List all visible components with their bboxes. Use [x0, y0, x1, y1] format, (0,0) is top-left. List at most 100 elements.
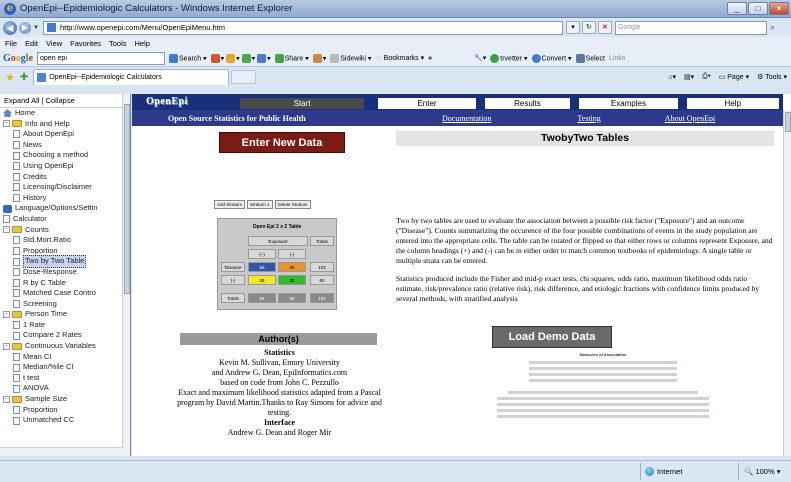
minimize-button[interactable]: _: [727, 2, 747, 15]
tree-item[interactable]: Std.Mort.Ratio: [3, 235, 130, 246]
page-menu[interactable]: ▭ Page ▾: [719, 73, 749, 81]
tree-item[interactable]: News: [3, 140, 130, 151]
tree-item[interactable]: - Info and Help: [3, 119, 130, 130]
menu-help[interactable]: Help: [135, 39, 150, 48]
tree-item[interactable]: - Sample Size: [3, 394, 130, 405]
collapse-link[interactable]: Collapse: [46, 96, 75, 105]
toolbar-icons[interactable]: ▾ ▾ ▾ ▾: [210, 53, 271, 63]
tree-item[interactable]: Two by Two Table: [3, 255, 130, 268]
google-search-input[interactable]: open epi: [37, 51, 166, 65]
refresh-icon[interactable]: ↻: [581, 21, 596, 34]
toolbar-user-button[interactable]: trvetter ▾: [490, 53, 528, 63]
toolbar-bookmarks-button[interactable]: ☆ Bookmarks ▾: [375, 54, 424, 62]
tree-item[interactable]: History: [3, 193, 130, 204]
tree-item[interactable]: Dose-Response: [3, 267, 130, 278]
tree-item-label: Using OpenEpi: [23, 160, 74, 170]
tree-item[interactable]: t test: [3, 373, 130, 384]
toolbar-select-button[interactable]: Select: [575, 53, 605, 63]
tree-vertical-scrollbar[interactable]: [122, 94, 130, 456]
collapse-toggle-icon[interactable]: -: [3, 342, 10, 350]
tree-item[interactable]: Credits: [3, 172, 130, 183]
tree-item[interactable]: Licensing/Disclaimer: [3, 182, 130, 193]
address-url[interactable]: http://www.openepi.com/Menu/OpenEpiMenu.…: [60, 23, 225, 32]
tree-item[interactable]: - Continuous Variables: [3, 341, 130, 352]
tools-menu[interactable]: ⚙ Tools ▾: [757, 73, 787, 81]
home-icon[interactable]: ⌂▾: [668, 73, 676, 81]
close-button[interactable]: ×: [769, 2, 789, 15]
tree-item[interactable]: Using OpenEpi: [3, 161, 130, 172]
document-icon: [13, 405, 20, 414]
tree-item[interactable]: Calculator: [3, 214, 130, 225]
toolbar-convert-button[interactable]: Convert ▾: [531, 53, 572, 63]
maximize-button[interactable]: □: [748, 2, 768, 15]
history-dropdown-icon[interactable]: ▼: [33, 25, 39, 31]
add-favorite-icon[interactable]: ✚: [20, 72, 28, 83]
tree-item[interactable]: About OpenEpi: [3, 129, 130, 140]
toolbar-share-button[interactable]: Share ▾: [274, 53, 309, 63]
menu-edit[interactable]: Edit: [25, 39, 38, 48]
menu-tools[interactable]: Tools: [109, 39, 127, 48]
links-button[interactable]: Links: [609, 55, 625, 62]
tree-item[interactable]: Matched Case Contro: [3, 288, 130, 299]
tree-item[interactable]: Unmatched CC: [3, 415, 130, 426]
zoom-level[interactable]: 🔍 100% ▾: [744, 467, 780, 476]
tree-item[interactable]: 1 Rate: [3, 320, 130, 331]
content-vertical-scrollbar[interactable]: [783, 110, 791, 456]
tab-enter[interactable]: Enter: [377, 97, 477, 110]
stop-icon[interactable]: ✕: [597, 21, 612, 34]
folder-icon: [12, 342, 22, 350]
documentation-link[interactable]: Documentation: [442, 114, 491, 123]
tree-item[interactable]: Proportion: [3, 405, 130, 416]
menu-favorites[interactable]: Favorites: [70, 39, 101, 48]
tab-help[interactable]: Help: [685, 97, 780, 110]
collapse-toggle-icon[interactable]: -: [3, 311, 10, 319]
collapse-toggle-icon[interactable]: -: [3, 395, 10, 403]
about-openepi-link[interactable]: About OpenEpi: [665, 114, 715, 123]
tree-item[interactable]: Median/%ile CI: [3, 362, 130, 373]
authors-heading: Author(s): [180, 333, 377, 345]
search-icon[interactable]: ⌕: [770, 22, 782, 34]
expand-all-link[interactable]: Expand All: [4, 96, 39, 105]
enter-new-data-button[interactable]: Enter New Data: [219, 132, 345, 153]
print-icon[interactable]: ⎙▾: [702, 73, 711, 81]
tab-examples[interactable]: Examples: [578, 97, 679, 110]
tree-item[interactable]: - Person Time: [3, 309, 130, 320]
tree-item[interactable]: Choosing a method: [3, 150, 130, 161]
toolbar-more-button[interactable]: »: [428, 55, 432, 62]
tree-horizontal-scrollbar[interactable]: [0, 447, 123, 456]
tab-results[interactable]: Results: [483, 97, 572, 110]
tree-item[interactable]: Language/Options/Settin: [3, 203, 130, 214]
toolbar-search-button[interactable]: Search ▾: [169, 53, 207, 63]
tree-item[interactable]: R by C Table: [3, 278, 130, 289]
tree-item[interactable]: Mean CI: [3, 352, 130, 363]
toolbar-extra-icon[interactable]: ▾: [312, 53, 326, 63]
testing-link[interactable]: Testing: [577, 114, 600, 123]
site-nav-bar: OpenEpi Start Enter Results Examples Hel…: [132, 94, 783, 110]
collapse-toggle-icon[interactable]: -: [3, 120, 10, 128]
toolbar-tools-icon[interactable]: 🔧▾: [474, 54, 486, 62]
tree-item[interactable]: ANOVA: [3, 383, 130, 394]
tree-item[interactable]: Screening: [3, 299, 130, 310]
menu-file[interactable]: File: [5, 39, 17, 48]
feeds-icon[interactable]: ▤▾: [684, 73, 694, 81]
tab-start[interactable]: Start: [238, 97, 366, 110]
tree-item-label: Std.Mort.Ratio: [23, 235, 71, 245]
tree-item[interactable]: Compare 2 Rates: [3, 330, 130, 341]
address-dropdown-icon[interactable]: ▾: [565, 21, 580, 34]
new-tab-button[interactable]: [231, 70, 257, 84]
tree-item[interactable]: Home: [3, 108, 130, 119]
tree-item[interactable]: - Counts: [3, 225, 130, 236]
browser-tab[interactable]: OpenEpi--Epidemiologic Calculators: [33, 69, 230, 85]
tab-favicon-icon: [37, 73, 47, 82]
load-demo-data-button[interactable]: Load Demo Data: [492, 326, 612, 348]
tree-item-label: t test: [23, 372, 40, 382]
favorites-star-icon[interactable]: ★: [5, 71, 15, 84]
toolbar-sidewiki-button[interactable]: Sidewiki ▾: [330, 53, 371, 63]
tree-item-label: Choosing a method: [23, 150, 89, 160]
menu-view[interactable]: View: [46, 39, 62, 48]
search-input[interactable]: Google: [614, 20, 767, 35]
address-bar[interactable]: http://www.openepi.com/Menu/OpenEpiMenu.…: [42, 20, 563, 35]
back-icon[interactable]: ◀: [3, 20, 17, 35]
forward-icon[interactable]: ▶: [19, 21, 31, 34]
collapse-toggle-icon[interactable]: -: [3, 226, 10, 234]
